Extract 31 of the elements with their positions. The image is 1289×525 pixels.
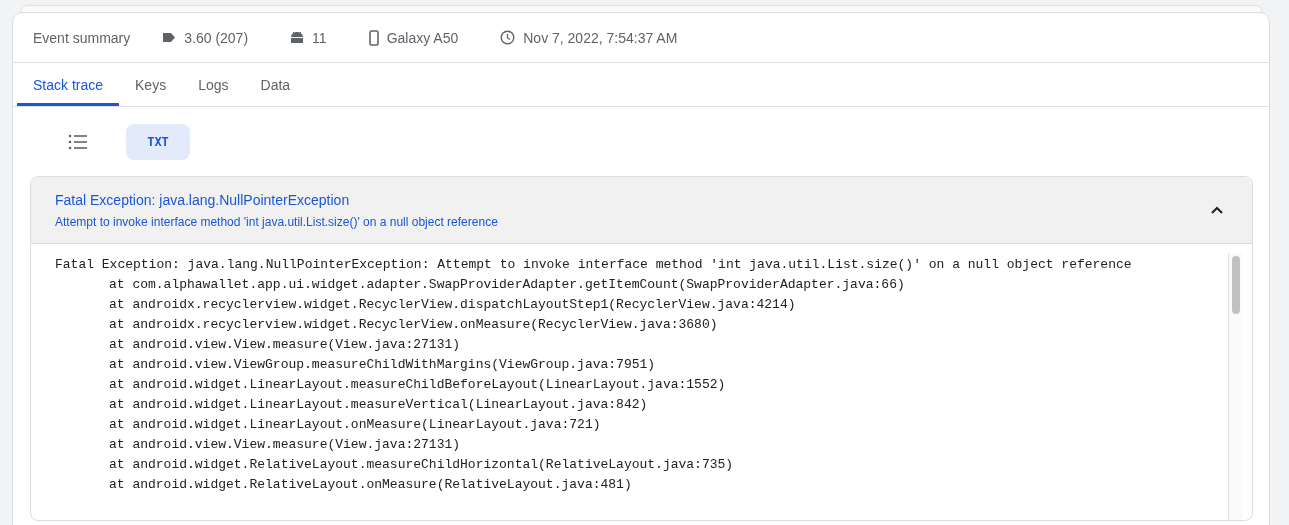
scrollbar[interactable] (1228, 253, 1242, 520)
stack-trace-line: at androidx.recyclerview.widget.RecyclerView.onMeasure(RecyclerView.java:3680) (108, 316, 719, 334)
summary-value: 3.60 (207) (184, 29, 249, 46)
stack-trace-line: Fatal Exception: java.lang.NullPointerException: Attempt to invoke interface method 'int java.util.List.size()' on a null object reference (55, 256, 1133, 274)
tab[interactable]: Data (244, 63, 307, 106)
collapse-button[interactable] (1210, 205, 1224, 215)
list-icon (68, 134, 88, 150)
stack-trace-line: at android.widget.LinearLayout.measureVertical(LinearLayout.java:842) (108, 396, 649, 414)
stack-trace-line: at android.view.ViewGroup.measureChildWithMargins(ViewGroup.java:7951) (108, 356, 657, 374)
summary-title: Event summary (33, 29, 131, 46)
stack-trace-line: at androidx.recyclerview.widget.RecyclerView.dispatchLayoutStep1(RecyclerView.java:4214) (108, 296, 797, 314)
stack-trace-line: at android.widget.LinearLayout.onMeasure(LinearLayout.java:721) (108, 416, 602, 434)
stack-trace-line: at android.view.View.measure(View.java:27131) (108, 436, 462, 454)
summary-value: 11 (312, 29, 327, 46)
summary-value: Nov 7, 2022, 7:54:37 AM (523, 29, 678, 46)
exception-title: Fatal Exception: java.lang.NullPointerException (55, 191, 351, 208)
phone-icon (368, 29, 379, 46)
stack-trace-line: at android.widget.RelativeLayout.measureChildHorizontal(RelativeLayout.java:735) (108, 456, 735, 474)
stack-trace-line: at com.alphawallet.app.ui.widget.adapter.SwapProviderAdapter.getItemCount(SwapProviderAdapter.java:66) (108, 276, 906, 294)
tab[interactable]: Logs (182, 63, 245, 106)
exception-message: Attempt to invoke interface method 'int java.util.List.size()' on a null object reference (55, 214, 499, 229)
text-view-button[interactable]: TXT (126, 124, 190, 160)
stack-trace-line: at android.widget.RelativeLayout.onMeasure(RelativeLayout.java:481) (108, 476, 633, 494)
summary-value: Galaxy A50 (386, 29, 459, 46)
tag-icon (162, 32, 177, 43)
android-icon (290, 31, 305, 44)
stack-trace-line: at android.widget.LinearLayout.measureChildBeforeLayout(LinearLayout.java:1552) (108, 376, 727, 394)
tab[interactable]: Keys (119, 63, 183, 106)
clock-icon (500, 30, 516, 45)
stack-trace-line: at android.view.View.measure(View.java:27131) (108, 336, 462, 354)
tab[interactable]: Stack trace (17, 63, 120, 106)
